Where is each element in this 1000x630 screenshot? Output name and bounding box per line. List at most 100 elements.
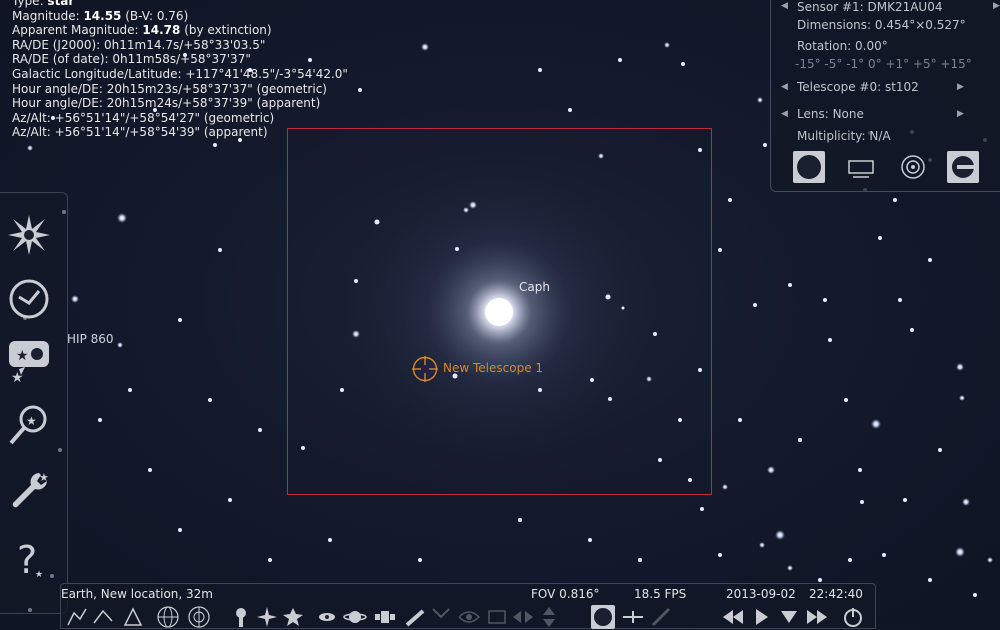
ccd-icon[interactable] <box>793 151 825 183</box>
rotation-scale[interactable]: -15° -5° -1° 0° +1° +5° +15° <box>795 57 972 71</box>
star <box>700 507 704 511</box>
rectangle-icon[interactable] <box>845 151 877 183</box>
cardinal-points-icon[interactable] <box>255 605 279 629</box>
ocular-ccd-icon[interactable] <box>591 605 615 629</box>
object-info-line: Apparent Magnitude: 14.78 (by extinction… <box>12 23 272 38</box>
crosshair-icon[interactable] <box>621 605 645 629</box>
object-info-line: RA/DE (J2000): 0h11m14.7s/+58°33'03.5" <box>12 37 266 52</box>
telrad-icon[interactable] <box>947 151 979 183</box>
lens-prev-button[interactable]: ◀ <box>781 109 788 119</box>
star <box>218 248 222 252</box>
telescope-icon[interactable] <box>403 605 427 629</box>
telescope-prev-button[interactable]: ◀ <box>781 82 788 92</box>
ground-icon[interactable] <box>229 605 253 629</box>
star <box>117 342 123 348</box>
star <box>638 558 642 562</box>
star <box>117 213 127 223</box>
goto-icon[interactable] <box>429 605 453 629</box>
constellation-labels-icon[interactable] <box>91 605 115 629</box>
star <box>757 97 763 103</box>
time-text: 22:42:40 <box>809 587 863 601</box>
constellation-art-icon[interactable] <box>121 605 145 629</box>
clock-icon[interactable] <box>5 275 53 323</box>
star <box>538 68 542 72</box>
constellation-lines-icon[interactable] <box>65 605 89 629</box>
object-info-line: Hour angle/DE: 20h15m23s/+58°37'37" (geo… <box>12 81 327 96</box>
now-icon[interactable] <box>777 605 801 629</box>
star <box>788 283 792 287</box>
equatorial-grid-icon[interactable] <box>156 605 180 629</box>
star <box>955 547 965 557</box>
multiplicity: Multiplicity: N/A <box>797 129 891 143</box>
star <box>27 145 33 151</box>
star <box>928 578 932 582</box>
object-info-line: Az/Alt: +56°51'14"/+58°54'27" (geometric… <box>12 110 275 125</box>
quit-icon[interactable] <box>841 605 865 629</box>
star <box>213 143 217 147</box>
eye-icon[interactable] <box>457 605 481 629</box>
flip-vertical-icon[interactable] <box>537 605 561 629</box>
star <box>823 298 827 302</box>
svg-text:★: ★ <box>16 348 29 364</box>
star <box>828 338 832 342</box>
star <box>681 62 685 66</box>
star <box>722 484 728 490</box>
search-icon[interactable]: ★ <box>5 401 53 449</box>
rewind-icon[interactable] <box>721 605 745 629</box>
star <box>228 498 232 502</box>
star <box>208 398 212 402</box>
play-icon[interactable] <box>749 605 773 629</box>
satellites-icon[interactable] <box>373 605 397 629</box>
star <box>618 58 622 62</box>
svg-text:★: ★ <box>39 471 49 484</box>
sky-culture-icon[interactable]: ★ ★ <box>5 335 53 383</box>
star <box>775 530 785 540</box>
star <box>358 88 362 92</box>
fast-forward-icon[interactable] <box>805 605 829 629</box>
oculars-panel: ◀ Sensor #1: DMK21AU04 ▶ Dimensions: 0.4… <box>770 0 1000 192</box>
sensor-next-button[interactable]: ▶ <box>993 1 1000 11</box>
planet-labels-icon[interactable] <box>343 605 367 629</box>
sensor-dimensions: Dimensions: 0.454°×0.527° <box>797 18 966 32</box>
star <box>71 295 79 303</box>
star <box>568 108 572 112</box>
atmosphere-icon[interactable] <box>281 605 305 629</box>
star <box>903 498 907 502</box>
flip-icon[interactable] <box>511 605 535 629</box>
star <box>178 528 182 532</box>
svg-text:★: ★ <box>35 570 43 580</box>
star <box>928 258 932 262</box>
star <box>860 500 864 504</box>
wrench-icon[interactable]: ★ <box>5 467 53 515</box>
help-icon[interactable]: ? ★ <box>5 533 53 581</box>
sensor-prev-button[interactable]: ◀ <box>781 1 788 11</box>
eyepiece-icon[interactable] <box>897 151 929 183</box>
deep-sky-icon[interactable] <box>315 605 339 629</box>
starburst-icon[interactable] <box>5 211 53 259</box>
star <box>848 558 852 562</box>
fullscreen-icon[interactable] <box>485 605 509 629</box>
star <box>973 593 977 597</box>
star <box>959 395 965 401</box>
star <box>787 565 793 571</box>
star <box>664 42 670 48</box>
star <box>718 248 722 252</box>
star <box>898 298 902 302</box>
star <box>767 466 775 474</box>
telescope-reticle-icon[interactable] <box>412 356 438 382</box>
lens-next-button[interactable]: ▶ <box>957 109 964 119</box>
star <box>421 43 429 51</box>
tool-row <box>61 604 875 630</box>
star <box>258 428 262 432</box>
azimuthal-grid-icon[interactable] <box>187 605 211 629</box>
star <box>871 419 881 429</box>
fps-text: 18.5 FPS <box>634 587 687 601</box>
telescope-next-button[interactable]: ▶ <box>957 82 964 92</box>
pencil-icon[interactable] <box>649 605 673 629</box>
sensor-rotation: Rotation: 0.00° <box>797 39 888 53</box>
star <box>882 553 886 557</box>
hip-860-label: HIP 860 <box>67 332 114 346</box>
star <box>728 198 732 202</box>
star <box>328 538 332 542</box>
star <box>518 518 522 522</box>
